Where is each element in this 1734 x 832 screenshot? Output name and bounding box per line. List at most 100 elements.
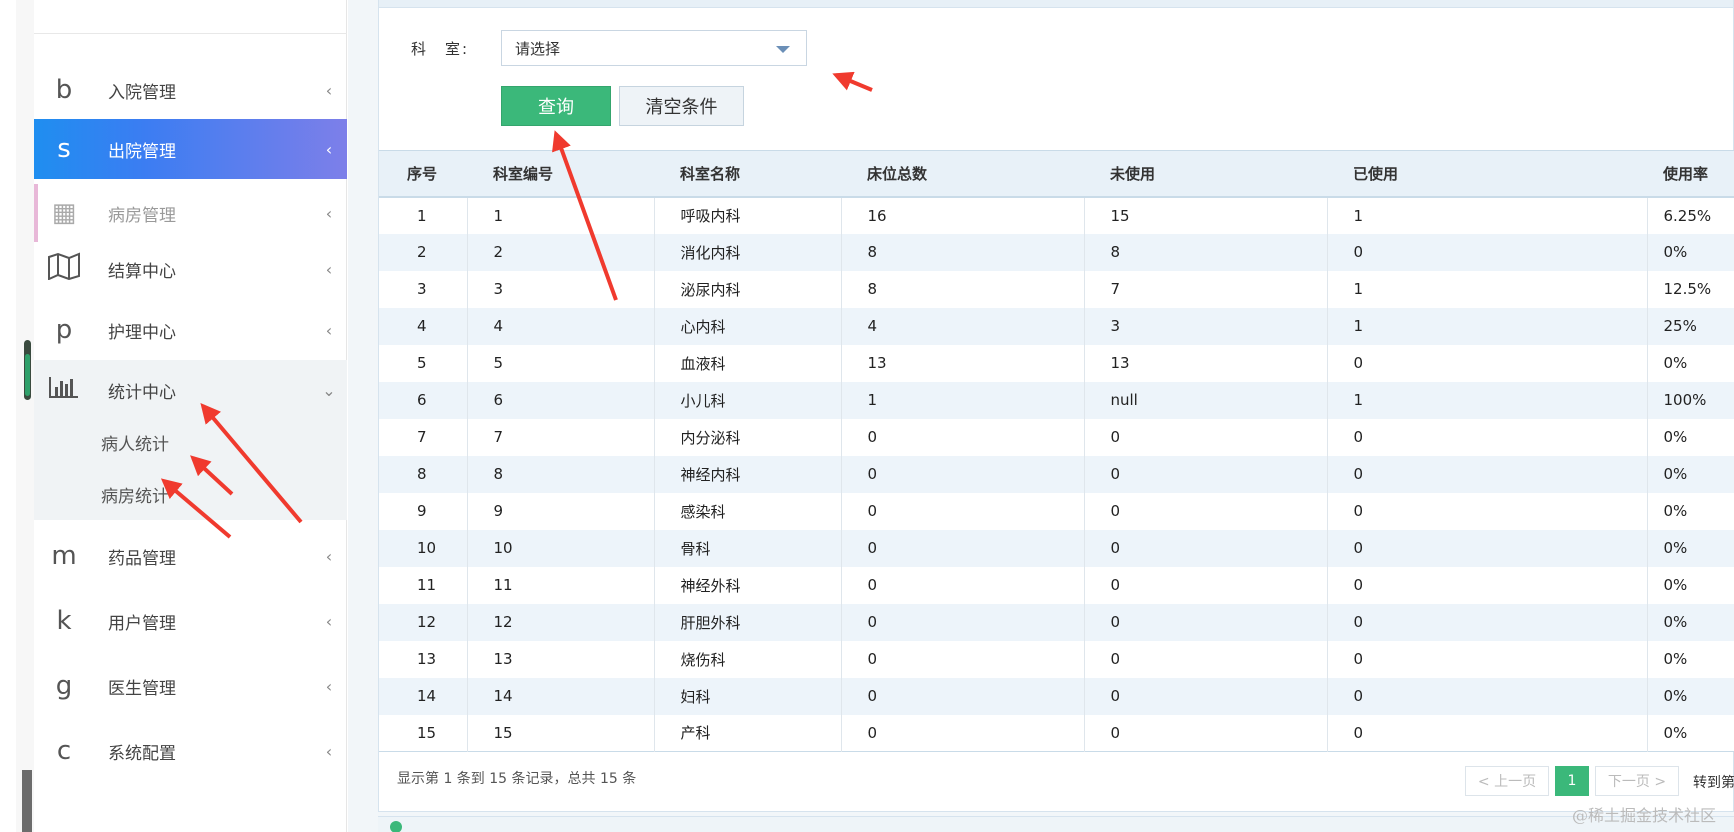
pharmacy-icon: m <box>51 541 77 571</box>
column-header[interactable]: 使用率 <box>1647 151 1734 197</box>
clear-conditions-button[interactable]: 清空条件 <box>619 86 744 126</box>
ward-stats-panel: 科 室: 请选择 查询 清空条件 序号 科室编号 科室名称 床位总数 未使用 已… <box>378 0 1734 812</box>
prev-page-button[interactable]: < 上一页 <box>1465 766 1549 796</box>
column-header[interactable]: 序号 <box>379 151 467 197</box>
table-cell: 5 <box>467 344 655 382</box>
table-cell: 13 <box>467 640 655 678</box>
table-cell: 0 <box>841 418 1085 456</box>
sidebar-item-billing[interactable]: 结算中心 ‹ <box>34 239 347 299</box>
table-row[interactable]: 4 4 心内科 4 3 1 25% <box>379 307 1734 345</box>
table-cell: 0 <box>1327 640 1648 678</box>
table-cell: 感染科 <box>654 492 842 530</box>
sidebar-scrollbar[interactable] <box>16 0 34 832</box>
table-row[interactable]: 2 2 消化内科 8 8 0 0% <box>379 233 1734 271</box>
table-cell: 13 <box>841 344 1085 382</box>
table-cell: null <box>1084 381 1328 419</box>
table-cell: 0 <box>1327 492 1648 530</box>
table-cell: 心内科 <box>654 307 842 345</box>
submenu-item-ward-stats[interactable]: 病房统计 <box>101 482 169 507</box>
sidebar-item-system-config[interactable]: c 系统配置 ‹ <box>34 721 347 781</box>
column-header[interactable]: 已使用 <box>1327 151 1647 197</box>
table-row[interactable]: 10 10 骨科 0 0 0 0% <box>379 529 1734 567</box>
admission-icon: b <box>55 75 73 105</box>
table-cell: 6.25% <box>1663 206 1712 225</box>
table-cell: 4 <box>467 307 655 345</box>
table-cell: 0% <box>1663 354 1688 372</box>
table-cell: 0 <box>841 529 1085 567</box>
table-cell: 0% <box>1663 428 1688 446</box>
table-cell: 3 <box>379 270 468 308</box>
column-header[interactable]: 床位总数 <box>841 151 1084 197</box>
table-row[interactable]: 1 1 呼吸内科 16 15 1 6.25% <box>379 196 1734 234</box>
divider <box>34 33 347 34</box>
table-cell: 6 <box>379 381 468 419</box>
column-header[interactable]: 未使用 <box>1084 151 1327 197</box>
sidebar-item-statistics[interactable]: 统计中心 ⌄ <box>34 360 347 420</box>
table-cell: 0 <box>841 492 1085 530</box>
table-cell: 消化内科 <box>654 233 842 271</box>
table-cell: 0 <box>1084 677 1328 715</box>
sidebar-item-label: 护理中心 <box>108 322 176 343</box>
pagination-info: 显示第 1 条到 15 条记录，总共 15 条 <box>397 771 637 787</box>
table-cell: 25% <box>1663 317 1697 335</box>
table-cell: 1 <box>1327 196 1648 234</box>
table-row[interactable]: 11 11 神经外科 0 0 0 0% <box>379 566 1734 604</box>
next-page-button[interactable]: 下一页 > <box>1595 766 1679 796</box>
table-row[interactable]: 13 13 烧伤科 0 0 0 0% <box>379 640 1734 678</box>
table-cell: 0% <box>1663 687 1688 705</box>
sidebar-item-label: 统计中心 <box>108 382 176 403</box>
table-cell: 9 <box>379 492 468 530</box>
department-select-value: 请选择 <box>515 39 561 58</box>
table-cell: 0 <box>1084 418 1328 456</box>
sidebar-item-discharge[interactable]: s 出院管理 ‹ <box>34 119 347 179</box>
table-cell: 11 <box>379 566 468 604</box>
table-cell: 0 <box>841 455 1085 493</box>
table-row[interactable]: 14 14 妇科 0 0 0 0% <box>379 677 1734 715</box>
map-icon <box>34 252 94 287</box>
department-select[interactable]: 请选择 <box>501 30 807 66</box>
table-cell: 12 <box>467 603 655 641</box>
table-row[interactable]: 5 5 血液科 13 13 0 0% <box>379 344 1734 382</box>
table-cell: 0 <box>841 677 1085 715</box>
table-row[interactable]: 8 8 神经内科 0 0 0 0% <box>379 455 1734 493</box>
table-row[interactable]: 9 9 感染科 0 0 0 0% <box>379 492 1734 530</box>
table-cell: 0% <box>1663 539 1688 557</box>
doctors-icon: g <box>55 671 73 701</box>
table-cell: 0 <box>841 714 1085 752</box>
page-number-button[interactable]: 1 <box>1555 766 1589 796</box>
table-cell: 0 <box>841 566 1085 604</box>
column-header[interactable]: 科室编号 <box>467 151 654 197</box>
sidebar-item-label: 用户管理 <box>108 613 176 634</box>
table-cell: 2 <box>467 233 655 271</box>
table-cell: 13 <box>1084 344 1328 382</box>
table-cell: 10 <box>379 529 468 567</box>
table-row[interactable]: 15 15 产科 0 0 0 0% <box>379 714 1734 752</box>
submenu-item-patient-stats[interactable]: 病人统计 <box>101 430 169 455</box>
table-row[interactable]: 6 6 小儿科 1 null 1 100% <box>379 381 1734 419</box>
table-row[interactable]: 12 12 肝胆外科 0 0 0 0% <box>379 603 1734 641</box>
chevron-left-icon: ‹ <box>325 80 333 100</box>
table-cell: 15 <box>379 714 468 752</box>
table-cell: 100% <box>1663 391 1707 409</box>
table-cell: 14 <box>379 677 468 715</box>
table-header-row: 序号 科室编号 科室名称 床位总数 未使用 已使用 使用率 <box>379 150 1734 197</box>
table-cell: 小儿科 <box>654 381 842 419</box>
sidebar-item-label: 医生管理 <box>108 678 176 699</box>
table-row[interactable]: 3 3 泌尿内科 8 7 1 12.5% <box>379 270 1734 308</box>
sidebar-item-pharmacy[interactable]: m 药品管理 ‹ <box>34 526 347 586</box>
table-cell: 内分泌科 <box>654 418 842 456</box>
sidebar-item-nursing[interactable]: p 护理中心 ‹ <box>34 300 347 360</box>
sidebar-item-admission[interactable]: b 入院管理 ‹ <box>34 60 347 120</box>
sidebar-item-users[interactable]: k 用户管理 ‹ <box>34 591 347 651</box>
sidebar-item-ward[interactable]: ▦ 病房管理 ‹ <box>34 183 347 243</box>
department-filter-label: 科 室: <box>411 40 470 58</box>
sidebar-scrollbar-thumb[interactable] <box>24 340 31 400</box>
next-panel-header <box>378 816 1734 832</box>
table-row[interactable]: 7 7 内分泌科 0 0 0 0% <box>379 418 1734 456</box>
chevron-left-icon: ‹ <box>325 741 333 761</box>
column-header[interactable]: 科室名称 <box>654 151 841 197</box>
query-button[interactable]: 查询 <box>501 86 611 126</box>
sidebar-item-doctors[interactable]: g 医生管理 ‹ <box>34 656 347 716</box>
table-cell: 产科 <box>654 714 842 752</box>
sidebar: b 入院管理 ‹ s 出院管理 ‹ ▦ 病房管理 ‹ 结算中心 ‹ p 护理中心… <box>34 0 347 832</box>
